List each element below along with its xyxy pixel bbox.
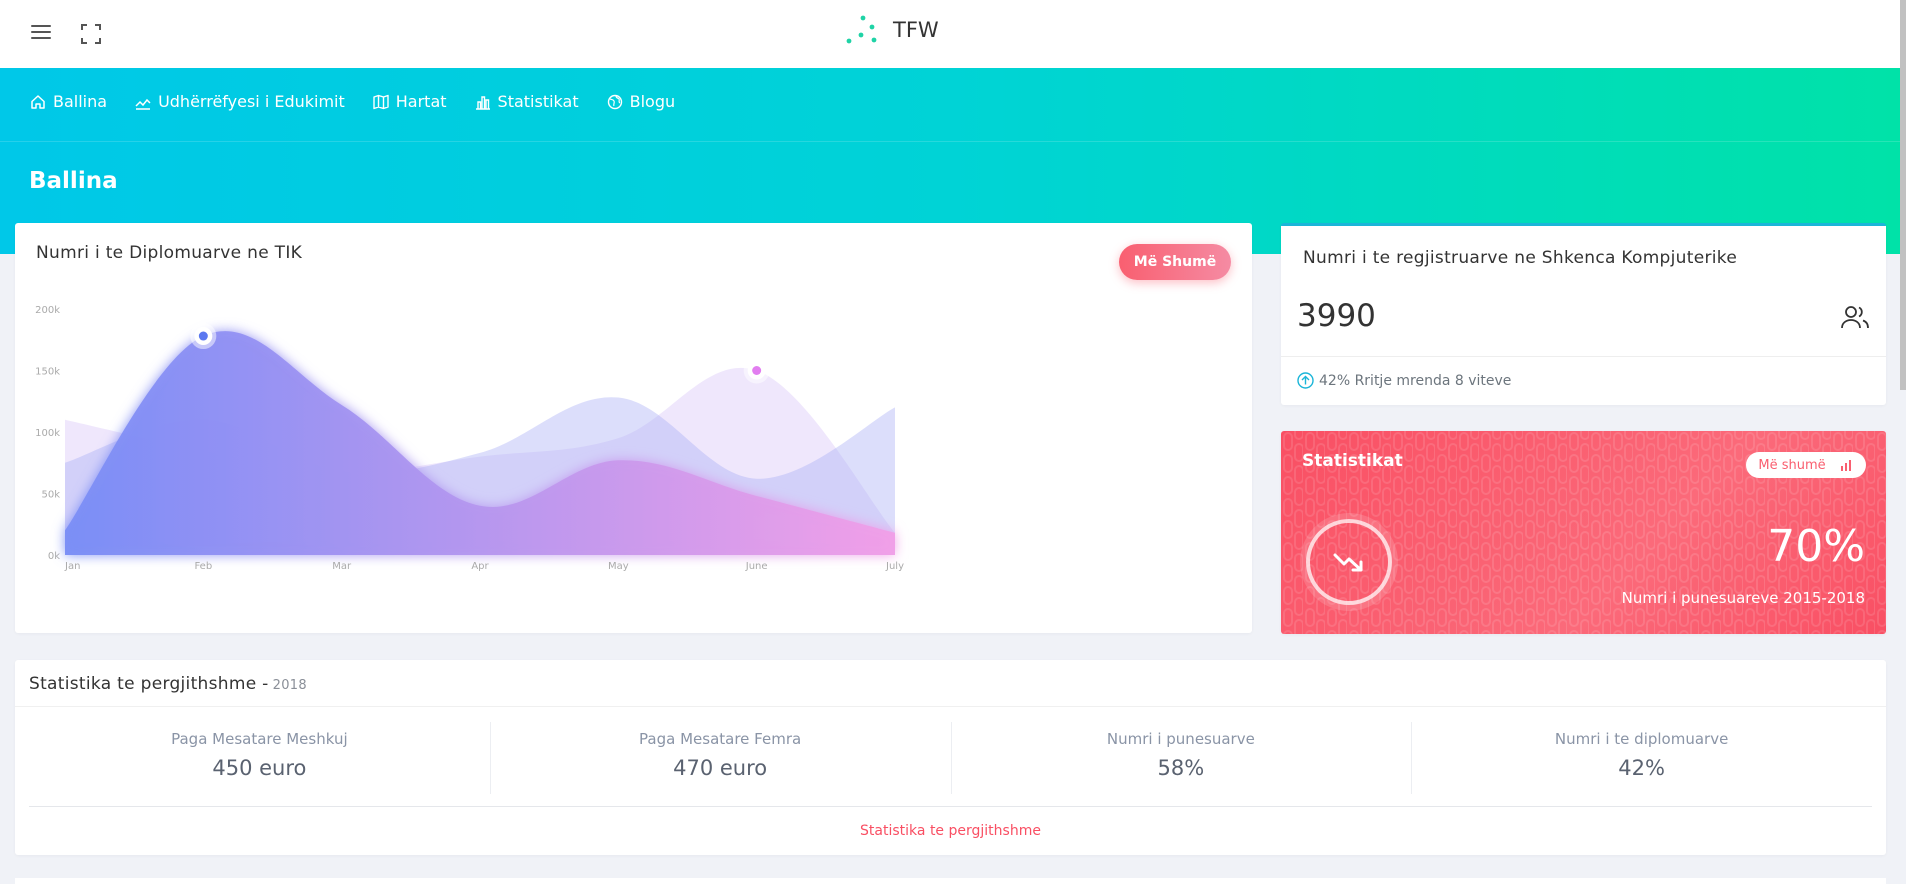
stat-value: 470 euro [673,756,768,780]
more-button[interactable]: Më shumë [1746,452,1866,478]
trend-circle [1306,519,1392,605]
brand-name: TFW [893,18,939,42]
employment-percent: 70% [1767,521,1865,572]
x-tick-label: June [745,561,768,572]
nav-label: Ballina [53,92,108,111]
stat-item: Numri i te diplomuarve 42% [1411,722,1872,794]
nav-label: Blogu [629,92,676,111]
stat-item: Numri i punesuarve 58% [950,722,1412,794]
fullscreen-icon[interactable] [81,24,101,44]
page-title: Ballina [29,168,118,194]
data-point-marker [752,366,762,375]
stats-row: Paga Mesatare Meshkuj 450 euro Paga Mesa… [29,722,1872,794]
growth-note: 42% Rritje mrenda 8 viteve [1297,372,1511,389]
bar-chart-icon [475,95,490,110]
card-title: Numri i te regjistruarve ne Shkenca Komp… [1303,248,1738,268]
x-tick-label: Feb [194,561,212,572]
x-tick-label: Jan [64,561,80,572]
y-tick-label: 50k [41,490,60,501]
card-title: Statistikat [1302,451,1403,471]
stat-label: Paga Mesatare Femra [639,730,802,748]
registered-value: 3990 [1297,298,1376,334]
y-tick-label: 150k [35,367,60,378]
divider [29,806,1872,807]
nav-item-hartat[interactable]: Hartat [373,92,447,111]
statistics-card: Statistikat Më shumë 70% Numri i punesua… [1281,431,1886,634]
nav-label: Udhërrëfyesi i Edukimit [158,92,345,111]
area-chart: 0k 50k 100k 150k 200k Jan Feb Mar Apr May June Jul… [35,305,904,572]
stat-value: 58% [1157,756,1205,780]
nav-item-udherrefyesi[interactable]: Udhërrëfyesi i Edukimit [135,92,345,111]
x-tick-label: May [608,561,629,572]
x-tick-label: July [885,561,904,572]
general-statistics-card: Statistika te pergjithshme -2018 Paga Me… [15,660,1886,855]
users-icon [1841,306,1869,329]
nav-item-ballina[interactable]: Ballina [30,92,107,111]
nav-item-statistikat[interactable]: Statistikat [475,92,579,111]
stat-label: Paga Mesatare Meshkuj [171,730,348,748]
stat-item: Paga Mesatare Femra 470 euro [489,722,951,794]
nav-divider [0,141,1900,142]
main-nav: Ballina Udhërrëfyesi i Edukimit Hartat S… [30,92,703,111]
trending-down-icon [1333,553,1363,572]
home-icon [31,94,45,109]
stat-label: Numri i te diplomuarve [1554,730,1729,748]
logo-icon [846,15,877,44]
y-tick-label: 200k [35,305,60,316]
employment-description: Numri i punesuareve 2015-2018 [1621,589,1865,607]
general-title: Statistika te pergjithshme - [29,674,269,694]
nav-label: Hartat [395,92,447,111]
data-point-marker [198,331,208,341]
nav-label: Statistikat [497,92,579,111]
bar-chart-icon [1840,460,1851,471]
x-tick-label: Mar [332,561,352,572]
scrollbar[interactable] [1900,0,1906,390]
graduates-chart-card: Numri i te Diplomuarve ne TIK Më Shumë 0… [15,223,1252,633]
trend-icon [135,98,151,110]
menu-icon[interactable] [31,25,51,41]
nav-item-blogu[interactable]: Blogu [607,92,676,111]
button-label: Më shumë [1758,457,1826,473]
top-bar: TFW [0,0,1906,68]
registered-card: Numri i te regjistruarve ne Shkenca Komp… [1281,223,1886,405]
divider [1281,356,1886,357]
general-statistics-link[interactable]: Statistika te pergjithshme [15,823,1886,839]
globe-icon [607,94,622,109]
growth-text: 42% Rritje mrenda 8 viteve [1319,372,1512,389]
stat-label: Numri i punesuarve [1106,730,1255,748]
stat-value: 42% [1618,756,1665,780]
stat-item: Paga Mesatare Meshkuj 450 euro [29,722,490,794]
map-icon [373,94,389,109]
next-card-edge [15,878,1886,884]
card-title: Numri i te Diplomuarve ne TIK [36,243,303,263]
card-title: Statistika te pergjithshme -2018 [29,674,307,694]
divider [15,706,1886,707]
x-tick-label: Apr [471,561,489,572]
y-tick-label: 0k [48,551,60,562]
stat-value: 450 euro [212,756,307,780]
general-year: 2018 [272,678,307,693]
arrow-up-circle-icon [1297,372,1314,389]
y-tick-label: 100k [35,428,60,439]
more-button[interactable]: Më Shumë [1119,244,1231,280]
